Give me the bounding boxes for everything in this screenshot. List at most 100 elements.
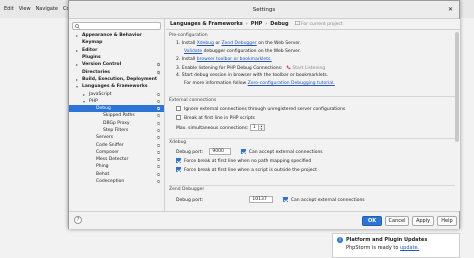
ok-button[interactable]: OK xyxy=(362,216,382,226)
content-scrollbar[interactable] xyxy=(455,32,459,142)
sidebar-item[interactable]: ▸ JavaScript ⧉ xyxy=(69,90,164,97)
help-icon[interactable]: ? xyxy=(74,216,82,224)
zend-debugger-link[interactable]: Zend Debugger xyxy=(221,41,256,46)
sidebar-item[interactable]: Skipped Paths ⧉ xyxy=(69,112,164,119)
zend-accept-option[interactable]: Can accept external connections xyxy=(282,197,365,203)
max-connections-row: Max. simultaneous connections: 1 ▴ ▾ xyxy=(176,124,265,131)
sidebar-item[interactable]: Composer ⧉ xyxy=(69,149,164,156)
sidebar-item-label: PHP xyxy=(89,98,98,104)
step-2-text: 2. Install xyxy=(176,57,196,62)
project-scope-note: For current project xyxy=(294,21,343,27)
project-scope-icon: ⧉ xyxy=(157,69,160,75)
start-listening-link[interactable]: Start Listening xyxy=(292,66,325,71)
step-3: 3. Enable listening for PHP Debug Connec… xyxy=(176,65,325,71)
settings-content: Languages & Frameworks › PHP › Debug For… xyxy=(166,19,460,211)
sidebar-item[interactable]: ▸ Editor xyxy=(69,47,164,54)
sidebar-item-label: Phing xyxy=(96,164,109,170)
menu-view[interactable]: View xyxy=(19,6,31,12)
sidebar-item[interactable]: ▾ Languages & Frameworks xyxy=(69,83,164,90)
project-scope-icon: ⧉ xyxy=(157,149,160,155)
project-scope-label: For current project xyxy=(301,22,343,27)
zend-port-input[interactable]: 10137 xyxy=(249,196,274,203)
sidebar-item[interactable]: Behat ⧉ xyxy=(69,171,164,178)
bookmarklets-link[interactable]: browser toolbar or bookmarklets. xyxy=(197,57,272,62)
notification-body: PhpStorm is ready to update. xyxy=(337,245,455,251)
xdebug-accept-option[interactable]: Can accept external connections xyxy=(240,149,323,155)
project-scope-icon: ⧉ xyxy=(157,120,160,126)
sidebar-item[interactable]: Mess Detector ⧉ xyxy=(69,156,164,163)
sidebar-item-label: Skipped Paths xyxy=(103,113,135,119)
force-break-outside-option[interactable]: Force break at first line when a script … xyxy=(176,167,317,173)
settings-sidebar: ▸ Appearance & Behavior Keymap ▸ Editor Plugi… xyxy=(69,19,165,211)
project-scope-icon: ⧉ xyxy=(157,62,160,68)
max-connections-spinner[interactable]: ▴ ▾ xyxy=(258,124,265,131)
sidebar-item[interactable]: Code Sniffer ⧉ xyxy=(69,141,164,148)
sidebar-item[interactable]: Plugins xyxy=(69,54,164,61)
sidebar-item[interactable]: Phing ⧉ xyxy=(69,163,164,170)
project-scope-icon: ⧉ xyxy=(157,164,160,170)
cancel-button[interactable]: Cancel xyxy=(385,216,409,226)
ide-background-left xyxy=(0,18,68,258)
sidebar-item[interactable]: ▸ Build, Execution, Deployment xyxy=(69,76,164,83)
step-4: 4. Start debug session in browser with t… xyxy=(176,73,329,78)
xdebug-port-input[interactable]: 9000 xyxy=(209,148,232,155)
sidebar-item[interactable]: ▸ Appearance & Behavior xyxy=(69,32,164,39)
ide-background-right xyxy=(460,18,474,258)
ignore-external-checkbox[interactable] xyxy=(176,106,181,111)
sidebar-item-label: Directories xyxy=(82,69,110,75)
help-button[interactable]: Help xyxy=(437,216,457,226)
settings-tree: ▸ Appearance & Behavior Keymap ▸ Editor Plugi… xyxy=(69,32,164,185)
sidebar-item[interactable]: ▸ Version Control ⧉ xyxy=(69,61,164,68)
xdebug-accept-checkbox[interactable] xyxy=(240,149,246,154)
step-1-text: 1. Install xyxy=(176,41,196,46)
break-first-line-checkbox[interactable] xyxy=(176,115,181,120)
step-1-tail: on the Web Server. xyxy=(258,41,302,46)
project-scope-icon: ⧉ xyxy=(157,142,160,148)
project-scope-icon: ⧉ xyxy=(157,135,160,141)
sidebar-item-label: Mess Detector xyxy=(96,157,129,163)
zend-accept-checkbox[interactable] xyxy=(282,197,288,202)
sidebar-item[interactable]: Keymap xyxy=(69,39,164,46)
xdebug-port-row: Debug port: 9000 Can accept external con… xyxy=(176,148,323,155)
sidebar-item[interactable]: ▾ PHP ⧉ xyxy=(69,98,164,105)
menu-navigate[interactable]: Navigate xyxy=(36,6,58,12)
max-connections-input[interactable]: 1 xyxy=(249,124,259,131)
breadcrumb-separator-icon: › xyxy=(245,21,248,27)
breadcrumb: Languages & Frameworks › PHP › Debug For… xyxy=(166,19,460,30)
sidebar-item-label: Behat xyxy=(96,171,110,177)
sidebar-item[interactable]: DBGp Proxy ⧉ xyxy=(69,120,164,127)
more-info-text: For more information follow xyxy=(184,81,247,86)
ignore-external-option[interactable]: Ignore external connections through unre… xyxy=(176,106,345,112)
sidebar-item-label: Servers xyxy=(96,135,114,141)
update-link[interactable]: update. xyxy=(400,245,419,251)
break-first-line-option[interactable]: Break at first line in PHP scripts xyxy=(176,115,255,121)
force-break-no-mapping-checkbox[interactable] xyxy=(176,158,181,163)
force-break-outside-checkbox[interactable] xyxy=(176,167,181,172)
update-notification[interactable]: i Platform and Plugin Updates PhpStorm i… xyxy=(332,233,460,258)
validate-link[interactable]: Validate xyxy=(184,49,202,54)
xdebug-link[interactable]: Xdebug xyxy=(197,41,214,46)
sidebar-item-label: Keymap xyxy=(82,40,103,46)
zend-accept-label: Can accept external connections xyxy=(290,198,365,203)
sidebar-item-label: JavaScript xyxy=(89,91,112,97)
sidebar-item[interactable]: Step Filters ⧉ xyxy=(69,127,164,134)
force-break-no-mapping-option[interactable]: Force break at first line when no path m… xyxy=(176,158,311,164)
apply-button[interactable]: Apply xyxy=(412,216,434,226)
dialog-title: Settings xyxy=(252,6,276,13)
sidebar-item-label: Debug xyxy=(96,106,111,112)
phone-listen-icon xyxy=(286,65,291,70)
sidebar-item-label: DBGp Proxy xyxy=(103,120,130,126)
sidebar-item[interactable]: ▾ Debug ⧉ xyxy=(69,104,164,113)
zend-port-label: Debug port: xyxy=(176,198,203,203)
sidebar-item[interactable]: Servers ⧉ xyxy=(69,134,164,141)
breadcrumb-item: PHP xyxy=(250,21,263,27)
more-info: For more information follow Zero-configu… xyxy=(184,81,335,86)
menu-edit[interactable]: Edit xyxy=(4,6,14,12)
settings-search-input[interactable] xyxy=(72,22,161,30)
sidebar-item[interactable]: Directories ⧉ xyxy=(69,68,164,75)
project-scope-icon: ⧉ xyxy=(157,113,160,119)
external-connections-heading: External connections xyxy=(169,96,455,103)
close-icon[interactable]: ✕ xyxy=(448,6,453,13)
tutorial-link[interactable]: Zero-configuration Debugging tutorial. xyxy=(248,81,335,86)
sidebar-item[interactable]: Codeception ⧉ xyxy=(69,178,164,185)
